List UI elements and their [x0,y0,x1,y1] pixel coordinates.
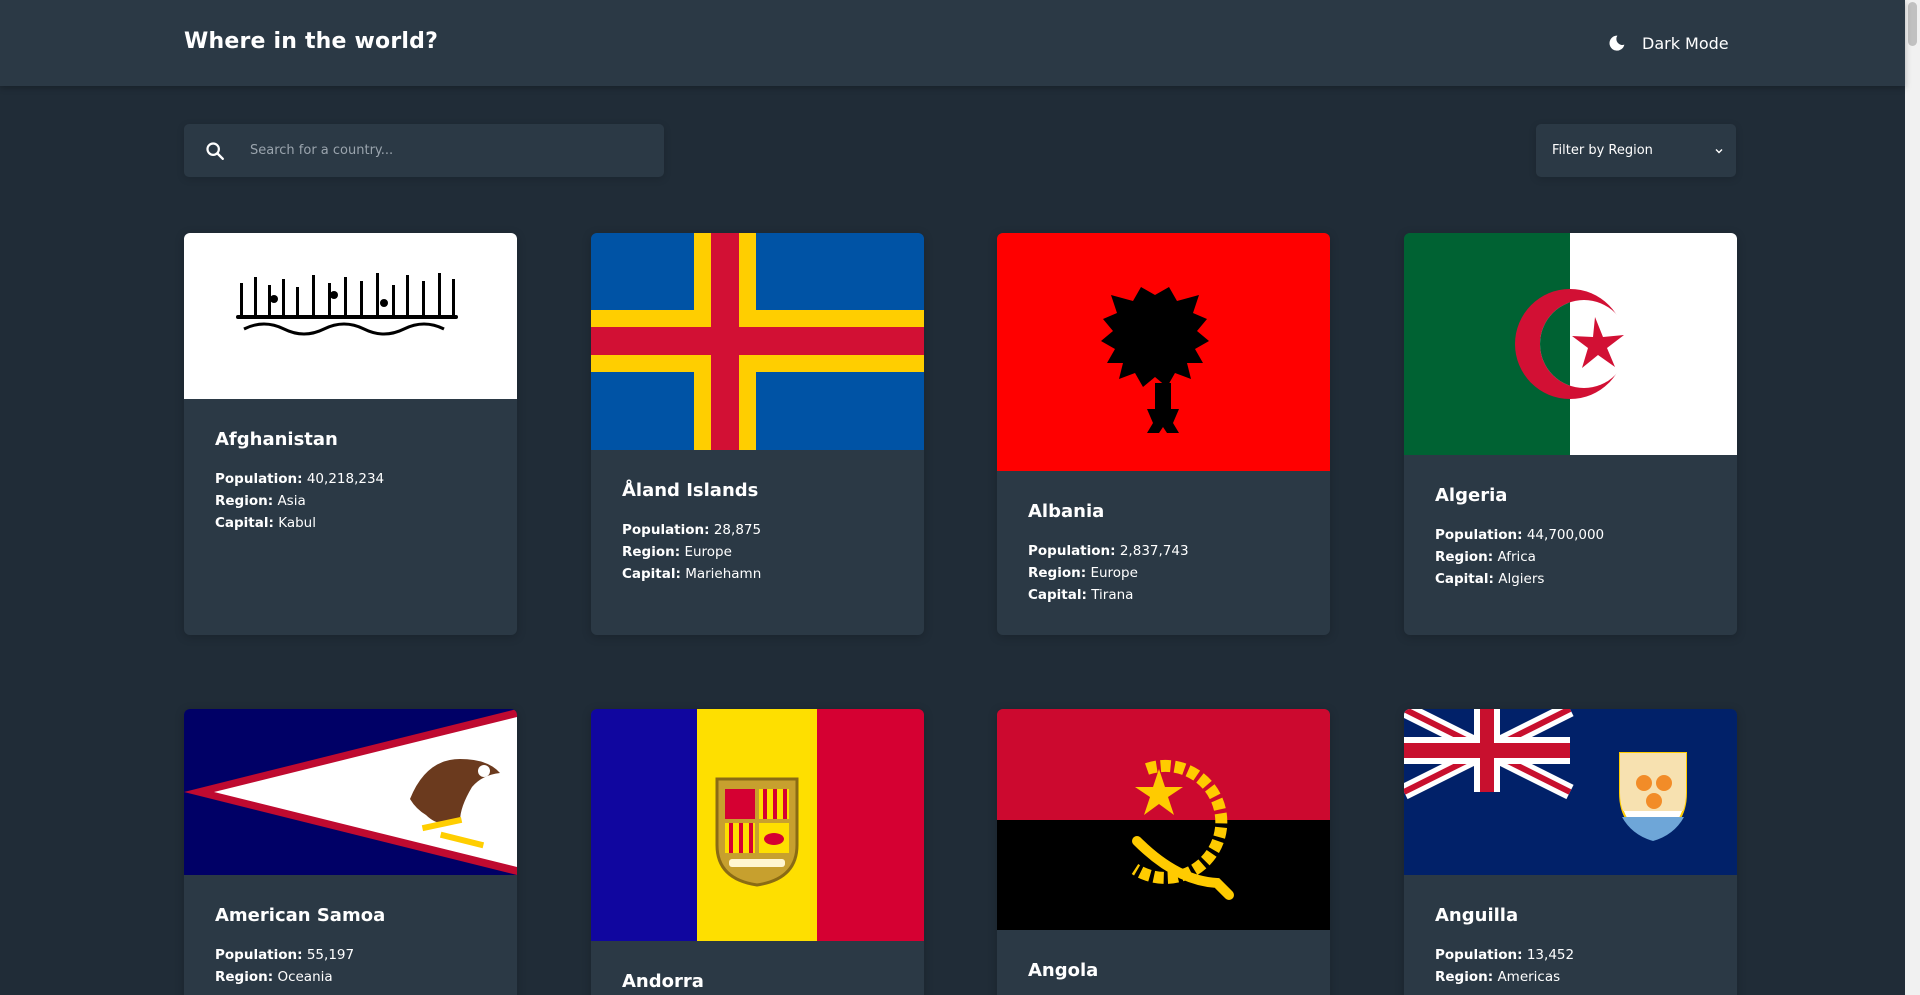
andorra-flag [591,709,924,941]
region-value: Europe [1090,565,1138,581]
region-label: Region: [215,493,274,509]
country-card-algeria[interactable]: Algeria Population: 44,700,000 Region: A… [1404,233,1737,635]
country-name: American Samoa [215,905,386,926]
population-row: Population: 28,875 [622,519,893,541]
region-value: Asia [277,493,306,509]
app-header: Where in the world? Dark Mode [0,0,1905,86]
population-value: 44,700,000 [1526,527,1605,543]
population-value: 28,875 [713,522,762,538]
capital-row: Capital: Algiers [1435,568,1706,590]
population-label: Population: [1435,527,1523,543]
region-row: Region: Europe [622,541,893,563]
population-value: 13,452 [1526,947,1575,963]
country-name: Andorra [622,971,704,992]
country-card-angola[interactable]: Angola [997,709,1330,995]
albania-flag [997,233,1330,471]
population-label: Population: [622,522,710,538]
country-name: Afghanistan [215,429,338,450]
population-row: Population: 2,837,743 [1028,540,1299,562]
capital-value: Kabul [278,515,316,531]
population-row: Population: 40,218,234 [215,468,486,490]
region-row: Region: Africa [1435,546,1706,568]
capital-value: Mariehamn [685,566,762,582]
american-samoa-flag [184,709,517,875]
region-label: Region: [215,969,274,985]
population-value: 2,837,743 [1119,543,1189,559]
region-label: Region: [1435,549,1494,565]
search-input[interactable] [250,135,630,166]
country-name: Åland Islands [622,480,759,501]
moon-icon [1609,35,1625,51]
algeria-flag [1404,233,1737,455]
aland-islands-flag [591,233,924,450]
region-row: Region: Europe [1028,562,1299,584]
population-label: Population: [1028,543,1116,559]
search-box[interactable] [184,124,664,177]
capital-label: Capital: [215,515,274,531]
capital-label: Capital: [1028,587,1087,603]
afghanistan-flag [184,233,517,399]
region-filter-select[interactable]: Filter by Region [1536,124,1736,177]
country-card-afghanistan[interactable]: Afghanistan Population: 40,218,234 Regio… [184,233,517,635]
population-value: 55,197 [306,947,355,963]
country-card-aland-islands[interactable]: Åland Islands Population: 28,875 Region:… [591,233,924,635]
capital-row: Capital: Tirana [1028,584,1299,606]
dark-mode-toggle[interactable]: Dark Mode [1608,31,1729,55]
anguilla-flag [1404,709,1737,875]
capital-label: Capital: [622,566,681,582]
capital-row: Capital: Mariehamn [622,563,893,585]
population-label: Population: [215,947,303,963]
region-row: Region: Oceania [215,966,486,988]
capital-value: Algiers [1498,571,1545,587]
angola-flag [997,709,1330,930]
dark-mode-label: Dark Mode [1642,33,1729,53]
region-value: Oceania [277,969,333,985]
region-value: Americas [1497,969,1561,985]
region-label: Region: [1435,969,1494,985]
population-row: Population: 55,197 [215,944,486,966]
search-icon [206,141,224,160]
population-label: Population: [215,471,303,487]
country-name: Angola [1028,960,1099,981]
country-card-andorra[interactable]: Andorra [591,709,924,995]
capital-value: Tirana [1091,587,1134,603]
region-value: Africa [1497,549,1536,565]
population-row: Population: 13,452 [1435,944,1706,966]
country-card-american-samoa[interactable]: American Samoa Population: 55,197 Region… [184,709,517,995]
population-row: Population: 44,700,000 [1435,524,1706,546]
region-label: Region: [622,544,681,560]
country-card-anguilla[interactable]: Anguilla Population: 13,452 Region: Amer… [1404,709,1737,995]
region-row: Region: Asia [215,490,486,512]
chevron-down-icon [1715,148,1723,153]
population-label: Population: [1435,947,1523,963]
country-name: Albania [1028,501,1105,522]
scrollbar-thumb[interactable] [1908,2,1917,46]
population-value: 40,218,234 [306,471,385,487]
capital-row: Capital: Kabul [215,512,486,534]
region-row: Region: Americas [1435,966,1706,988]
country-card-albania[interactable]: Albania Population: 2,837,743 Region: Eu… [997,233,1330,635]
country-name: Anguilla [1435,905,1519,926]
region-value: Europe [684,544,732,560]
region-label: Region: [1028,565,1087,581]
capital-label: Capital: [1435,571,1494,587]
app-title: Where in the world? [184,29,439,54]
region-filter-label: Filter by Region [1552,143,1653,158]
page-scrollbar[interactable] [1905,0,1920,995]
country-name: Algeria [1435,485,1508,506]
